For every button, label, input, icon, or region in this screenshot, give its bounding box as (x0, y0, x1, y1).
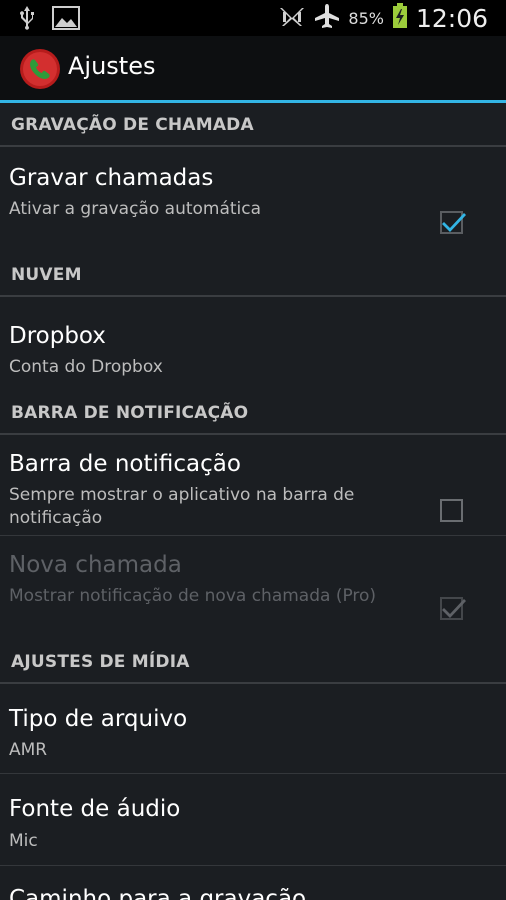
clock: 12:06 (415, 3, 488, 33)
image-icon (52, 6, 80, 34)
usb-icon (18, 5, 36, 35)
status-bar: 85% 12:06 (0, 0, 506, 36)
airplane-mode-icon (314, 3, 340, 33)
new-call-checkbox (440, 595, 466, 620)
pref-new-call: Nova chamada Mostrar notificação de nova… (0, 536, 506, 636)
pref-summary: Mic (9, 831, 38, 851)
pref-notification-bar[interactable]: Barra de notificação Sempre mostrar o ap… (0, 435, 506, 536)
battery-charging-icon (392, 3, 408, 33)
section-title: BARRA DE NOTIFICAÇÃO (11, 403, 249, 423)
section-header-cloud: NUVEM (0, 253, 506, 297)
pref-recording-path[interactable]: Caminho para a gravação (0, 866, 506, 900)
pref-title: Nova chamada (9, 552, 182, 578)
pref-title: Caminho para a gravação (9, 886, 307, 900)
section-header-call-recording: GRAVAÇÃO DE CHAMADA (0, 103, 506, 147)
no-signal-icon (278, 4, 306, 32)
pref-summary: Ativar a gravação automática (9, 199, 262, 219)
section-title: AJUSTES DE MÍDIA (11, 652, 190, 672)
pref-title: Gravar chamadas (9, 165, 214, 191)
pref-summary: Sempre mostrar o aplicativo na barra de … (9, 485, 355, 528)
pref-dropbox[interactable]: Dropbox Conta do Dropbox (0, 297, 506, 395)
pref-record-calls[interactable]: Gravar chamadas Ativar a gravação automá… (0, 147, 506, 261)
pref-audio-source[interactable]: Fonte de áudio Mic (0, 774, 506, 866)
notification-bar-checkbox[interactable] (440, 497, 464, 522)
action-bar: Ajustes (0, 36, 506, 103)
pref-title: Dropbox (9, 323, 106, 349)
section-header-media-settings: AJUSTES DE MÍDIA (0, 640, 506, 684)
record-calls-checkbox[interactable] (440, 209, 466, 234)
pref-summary: AMR (9, 740, 48, 760)
pref-title: Tipo de arquivo (9, 706, 188, 732)
pref-title: Barra de notificação (9, 451, 241, 477)
battery-percent: 85% (348, 8, 384, 28)
pref-summary: Mostrar notificação de nova chamada (Pro… (9, 586, 377, 606)
pref-summary: Conta do Dropbox (9, 357, 163, 377)
section-title: GRAVAÇÃO DE CHAMADA (11, 115, 254, 135)
section-title: NUVEM (11, 265, 82, 285)
page-title: Ajustes (68, 52, 156, 80)
section-header-notification-bar: BARRA DE NOTIFICAÇÃO (0, 391, 506, 435)
call-recorder-app-icon[interactable] (19, 48, 61, 90)
pref-file-type[interactable]: Tipo de arquivo AMR (0, 684, 506, 774)
pref-title: Fonte de áudio (9, 796, 181, 822)
